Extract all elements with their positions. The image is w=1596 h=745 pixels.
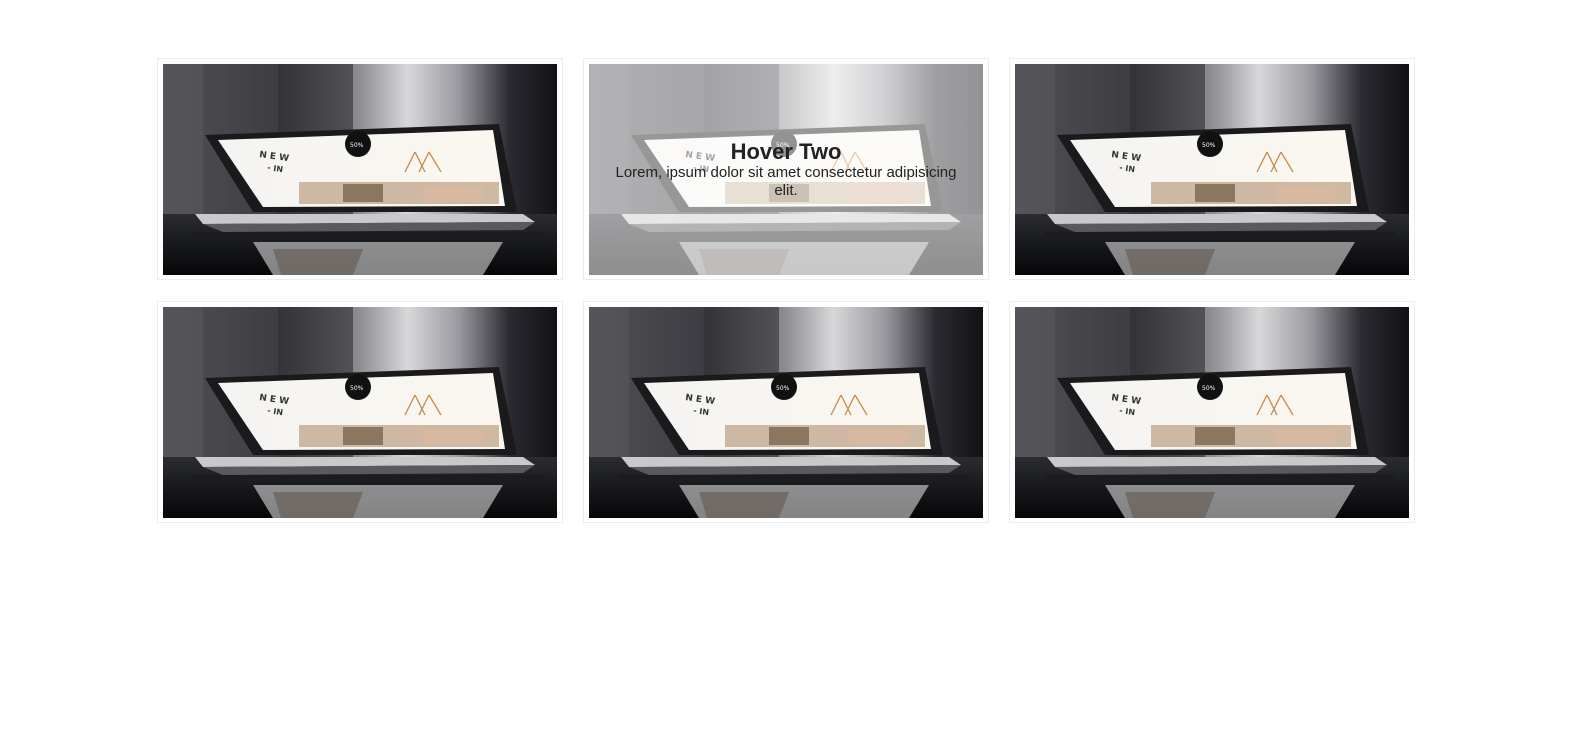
laptop-photo	[1015, 64, 1409, 275]
gallery-card-2[interactable]: Hover Two Lorem, ipsum dolor sit amet co…	[583, 58, 989, 280]
card-title: Hover Two	[730, 139, 842, 164]
image-gallery: Hover Two Lorem, ipsum dolor sit amet co…	[157, 58, 1441, 523]
laptop-photo	[589, 307, 983, 518]
laptop-photo	[1015, 307, 1409, 518]
laptop-photo	[163, 307, 557, 518]
gallery-card-1[interactable]	[157, 58, 563, 280]
laptop-photo: Hover Two Lorem, ipsum dolor sit amet co…	[589, 64, 983, 275]
gallery-card-5[interactable]	[583, 301, 989, 523]
gallery-card-6[interactable]	[1009, 301, 1415, 523]
gallery-card-3[interactable]	[1009, 58, 1415, 280]
card-description: Lorem, ipsum dolor sit amet consectetur …	[615, 164, 957, 199]
gallery-card-4[interactable]	[157, 301, 563, 523]
laptop-photo	[163, 64, 557, 275]
hover-overlay: Hover Two Lorem, ipsum dolor sit amet co…	[589, 64, 983, 275]
